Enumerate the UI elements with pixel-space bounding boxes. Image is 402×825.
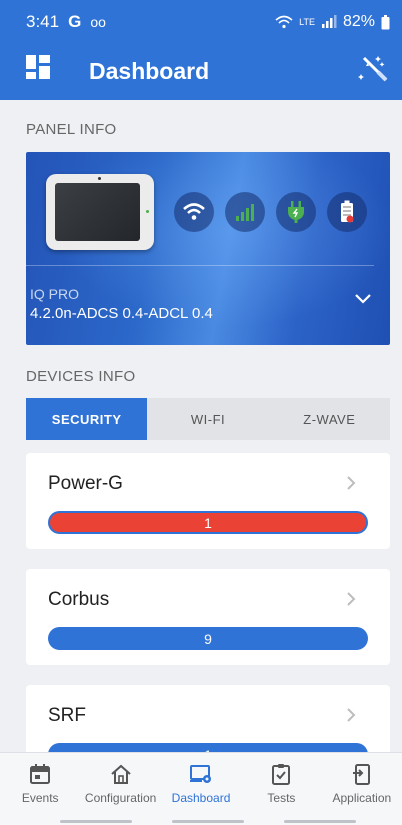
device-name: Corbus [48,589,110,610]
chevron-right-icon [347,708,356,722]
network-type: LTE [299,17,315,27]
google-icon: G [68,12,82,31]
tab-security[interactable]: SECURITY [26,398,148,440]
nav-tests[interactable]: Tests [241,753,321,825]
signal-icon [321,15,337,28]
panel-info-label: PANEL INFO [26,121,117,138]
nav-application[interactable]: Application [322,753,402,825]
battery-icon [381,14,390,29]
dashboard-icon[interactable] [25,54,51,80]
panel-divider [26,265,374,266]
device-tabs: SECURITY WI-FI Z-WAVE [26,398,390,440]
application-icon [352,764,370,785]
tablet-camera [98,177,101,180]
system-nav-back[interactable] [284,820,356,823]
battery-percent: 82% [342,13,375,30]
device-name: Power-G [48,473,123,494]
page-title: Dashboard [89,58,210,84]
nav-dashboard[interactable]: Dashboard [161,753,241,825]
panel-model: IQ PRO [30,286,80,302]
app-bar: Dashboard [0,44,402,100]
power-plug-icon [276,192,316,232]
nav-label: Tests [267,791,296,805]
calendar-icon [30,764,51,784]
chevron-right-icon [347,592,356,606]
panel-version: 4.2.0n-ADCS 0.4-ADCL 0.4 [30,305,213,322]
status-bar: 3:41 G oo LTE 82% [0,0,402,44]
bottom-navigation: Events Configuration Dashboard Tests App… [0,752,402,825]
system-nav-home[interactable] [172,820,244,823]
wifi-icon [174,192,214,232]
device-name: SRF [48,705,86,726]
panel-device-image [46,174,154,250]
device-count-bar: 1 [48,511,368,534]
wifi-call-icon [275,15,293,29]
status-time: 3:41 [26,12,60,31]
devices-info-label: DEVICES INFO [26,368,136,385]
nav-events[interactable]: Events [0,753,80,825]
tablet-screen [55,183,140,241]
cellular-icon [225,192,265,232]
home-icon [110,764,131,784]
battery-alert-icon [327,192,367,232]
tablet-led [146,210,149,213]
chevron-down-icon[interactable] [354,293,372,305]
chevron-right-icon [347,476,356,490]
checklist-icon [272,764,291,785]
top-bar: 3:41 G oo LTE 82% Dashboard [0,0,402,100]
nav-label: Configuration [84,791,157,805]
nav-label: Dashboard [171,791,231,805]
magic-wand-icon[interactable] [358,52,390,84]
device-card-corbus[interactable]: Corbus 9 [26,569,390,665]
voicemail-icon: oo [90,14,106,30]
system-nav-recents[interactable] [60,820,132,823]
nav-configuration[interactable]: Configuration [80,753,160,825]
device-count-bar: 9 [48,627,368,650]
tab-wifi[interactable]: WI-FI [147,398,268,440]
nav-label: Application [332,791,392,805]
panel-info-card: IQ PRO 4.2.0n-ADCS 0.4-ADCL 0.4 [26,152,390,345]
dashboard-settings-icon [190,765,212,783]
device-card-power-g[interactable]: Power-G 1 [26,453,390,549]
tab-zwave[interactable]: Z-WAVE [269,398,390,440]
nav-label: Events [21,791,59,805]
